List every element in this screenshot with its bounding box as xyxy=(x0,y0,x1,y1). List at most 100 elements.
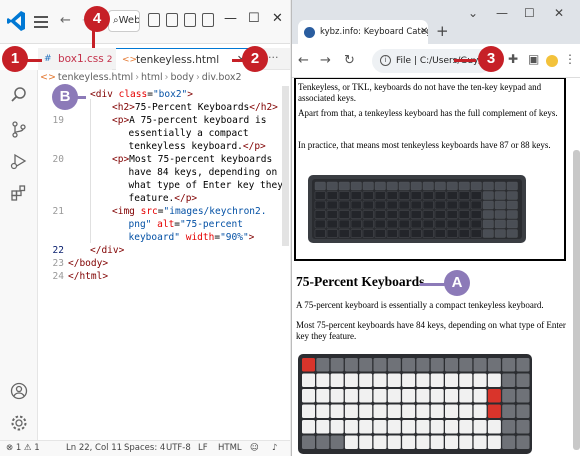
keycap xyxy=(506,200,518,210)
menu-icon[interactable] xyxy=(34,13,48,29)
line-number: 21 xyxy=(52,206,64,217)
extensions-puzzle-icon[interactable]: ✚ xyxy=(508,52,518,66)
profile-avatar-icon[interactable] xyxy=(546,55,558,67)
code-line[interactable]: 21 <img src="images/keychron2. xyxy=(38,205,288,218)
code-token: </p> xyxy=(174,193,198,204)
code-line[interactable]: keyboard" width="90%"> xyxy=(38,231,288,244)
keycap xyxy=(430,435,444,449)
minimize-icon[interactable]: — xyxy=(224,11,237,26)
keycap xyxy=(330,373,344,387)
keycap xyxy=(470,181,482,191)
code-line[interactable]: have 84 keys, depending on xyxy=(38,166,288,179)
side-panel-icon[interactable]: ▣ xyxy=(528,52,539,66)
keycap xyxy=(314,210,326,219)
back-arrow-icon[interactable]: ← xyxy=(60,13,71,28)
keycap xyxy=(326,200,338,210)
keycap xyxy=(445,435,458,449)
window-close-icon[interactable]: ✕ xyxy=(272,11,283,26)
keycap xyxy=(487,373,501,387)
run-debug-icon[interactable] xyxy=(10,152,28,170)
search-icon[interactable] xyxy=(10,86,28,104)
account-icon[interactable] xyxy=(10,382,28,400)
browser-tab-strip: ⌄ — ☐ ✕ kybz.info: Keyboard Categories ✕… xyxy=(292,0,580,44)
indentation-setting[interactable]: Spaces: 4 xyxy=(124,441,165,456)
keycap xyxy=(434,219,446,229)
code-line[interactable]: what type of Enter key they xyxy=(38,179,288,192)
tab-search-icon[interactable]: ⌄ xyxy=(468,6,478,20)
keycap xyxy=(316,404,330,418)
breadcrumb-item[interactable]: div.box2 xyxy=(202,72,242,83)
browser-menu-icon[interactable]: ⋮ xyxy=(564,52,576,66)
code-line[interactable]: 23 </body> xyxy=(38,257,288,270)
source-control-icon[interactable] xyxy=(10,120,28,138)
editor-scrollbar[interactable] xyxy=(282,86,289,246)
keycap xyxy=(487,404,501,418)
keycap xyxy=(430,420,444,434)
toggle-sidebar-icon[interactable] xyxy=(148,13,160,27)
code-line[interactable]: 20 <p>Most 75-percent keyboards xyxy=(38,153,288,166)
settings-gear-icon[interactable] xyxy=(10,414,28,432)
code-token: > xyxy=(248,232,255,243)
callout-B: B xyxy=(52,84,78,110)
keycap xyxy=(314,229,326,238)
command-center-search[interactable]: ⌕Web... xyxy=(108,10,140,32)
maximize-icon[interactable]: ☐ xyxy=(524,6,535,20)
keycap xyxy=(387,389,401,403)
code-text: keyboard" width="90%"> xyxy=(129,231,255,244)
problems-indicator[interactable]: ⊗ 1 ⚠ 1 xyxy=(6,441,40,456)
notifications-bell-icon[interactable]: ♪ xyxy=(272,441,277,456)
html-file-icon: <> xyxy=(40,72,56,83)
eol-setting[interactable]: LF xyxy=(198,441,208,456)
tab-close-icon[interactable]: ✕ xyxy=(420,20,428,44)
keycap xyxy=(359,373,373,387)
code-line[interactable]: 22 </div> xyxy=(38,244,288,257)
minimize-icon[interactable]: — xyxy=(496,6,508,20)
css-file-icon: # xyxy=(44,54,52,64)
keycap xyxy=(344,373,358,387)
cursor-position[interactable]: Ln 22, Col 11 xyxy=(66,441,122,456)
keycap xyxy=(487,389,501,403)
keycap xyxy=(410,191,422,200)
breadcrumb-item[interactable]: html xyxy=(141,72,163,83)
code-line[interactable]: png" alt="75-percent xyxy=(38,218,288,231)
maximize-icon[interactable]: ☐ xyxy=(248,11,260,26)
code-line[interactable]: tenkeyless keyboard.</p> xyxy=(38,140,288,153)
code-line[interactable]: feature.</p> xyxy=(38,192,288,205)
extensions-icon[interactable] xyxy=(10,184,28,202)
encoding-setting[interactable]: UTF-8 xyxy=(166,441,191,456)
code-line[interactable]: 19 <p>A 75-percent keyboard is xyxy=(38,114,288,127)
breadcrumb-item[interactable]: body xyxy=(170,72,194,83)
keycap xyxy=(314,219,326,229)
keycap xyxy=(359,358,373,372)
toggle-secondary-sidebar-icon[interactable] xyxy=(184,13,196,27)
back-arrow-icon[interactable]: ← xyxy=(298,53,309,68)
breadcrumb-item[interactable]: tenkeyless.html xyxy=(58,72,133,83)
reload-icon[interactable]: ↻ xyxy=(344,53,355,68)
feedback-icon[interactable]: ☺ xyxy=(250,441,259,456)
keycap xyxy=(373,389,387,403)
code-line[interactable]: 24 </html> xyxy=(38,270,288,283)
callout-1: 1 xyxy=(2,46,28,72)
window-close-icon[interactable]: ✕ xyxy=(554,6,564,20)
keycap xyxy=(482,229,494,238)
page-scrollbar[interactable] xyxy=(573,150,580,450)
browser-tab[interactable]: kybz.info: Keyboard Categories ✕ xyxy=(298,20,428,44)
status-bar: ⊗ 1 ⚠ 1 Ln 22, Col 11 Spaces: 4 UTF-8 LF… xyxy=(0,440,290,456)
code-line[interactable]: essentially a compact xyxy=(38,127,288,140)
more-actions-icon[interactable]: ··· xyxy=(268,48,279,68)
new-tab-plus-icon[interactable]: + xyxy=(436,22,449,40)
code-token: <h2> xyxy=(112,102,135,113)
customize-layout-icon[interactable] xyxy=(202,13,214,27)
callout-leader-line xyxy=(420,283,446,286)
forward-arrow-icon[interactable]: → xyxy=(320,53,331,68)
tab-box1-css[interactable]: # box1.css 2 xyxy=(38,48,112,70)
keycap xyxy=(459,420,473,434)
toggle-panel-icon[interactable] xyxy=(166,13,178,27)
keycap xyxy=(473,404,487,418)
keycap xyxy=(359,389,373,403)
keycap xyxy=(316,358,330,372)
code-text: </body> xyxy=(68,257,108,270)
keycap xyxy=(502,373,516,387)
code-editor[interactable]: <div class="box2"> <h2>75-Percent Keyboar… xyxy=(38,86,288,440)
language-mode[interactable]: HTML xyxy=(218,441,242,456)
